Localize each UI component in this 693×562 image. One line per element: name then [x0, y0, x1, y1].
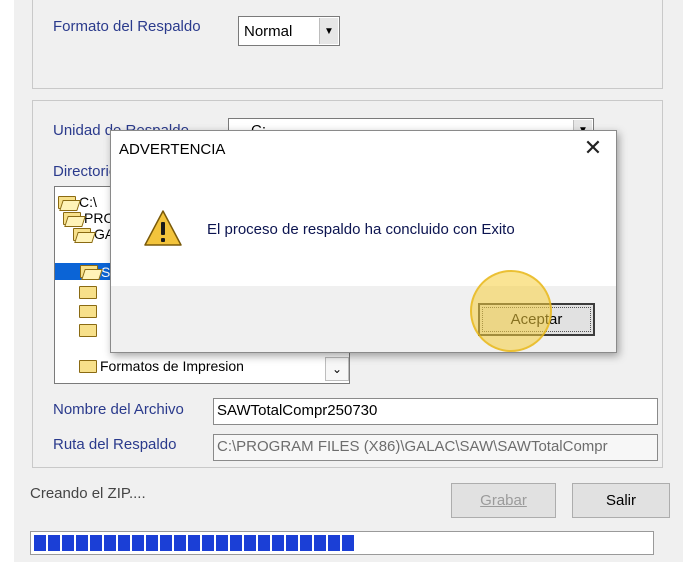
progress-fill	[34, 535, 354, 551]
filename-label: Nombre del Archivo	[53, 401, 184, 418]
folder-open-icon	[80, 265, 98, 278]
dialog-message: El proceso de respaldo ha concluido con …	[207, 221, 515, 238]
format-select-value: Normal	[244, 22, 293, 40]
tree-item-subfolder[interactable]	[79, 322, 100, 338]
focus-ring	[482, 307, 591, 332]
tree-item-formatos[interactable]: Formatos de Impresion	[79, 358, 244, 374]
save-button-label: Grabar	[480, 492, 527, 509]
folder-open-icon	[58, 195, 76, 209]
tree-scroll-arrow[interactable]: ⌄	[325, 357, 349, 381]
path-label: Ruta del Respaldo	[53, 436, 177, 453]
window-edge-left	[0, 0, 14, 562]
tree-item-label: C:\	[79, 194, 97, 210]
tree-item-root[interactable]: C:\	[58, 194, 97, 210]
accept-button[interactable]: Aceptar	[478, 303, 595, 336]
format-label: Formato del Respaldo	[53, 18, 201, 35]
exit-button-label: Salir	[605, 492, 636, 509]
filename-input[interactable]: SAWTotalCompr250730	[213, 398, 658, 425]
warning-icon	[144, 210, 182, 246]
window-edge-right	[683, 0, 693, 562]
status-text: Creando el ZIP....	[30, 485, 146, 502]
exit-button[interactable]: Salir	[572, 483, 670, 518]
folder-icon	[79, 323, 97, 337]
format-groupbox	[32, 0, 663, 89]
dialog-title: ADVERTENCIA	[119, 141, 226, 158]
directory-label: Directorio	[53, 163, 118, 180]
tree-item-subfolder[interactable]	[79, 303, 100, 319]
folder-open-icon	[73, 227, 91, 241]
progress-bar	[30, 531, 654, 555]
folder-icon	[79, 285, 97, 299]
tree-item-label: Formatos de Impresion	[100, 358, 244, 374]
save-button[interactable]: Grabar	[451, 483, 556, 518]
chevron-down-icon: ⌄	[331, 362, 343, 376]
close-icon[interactable]: ✕	[582, 137, 604, 159]
path-input[interactable]: C:\PROGRAM FILES (X86)\GALAC\SAW\SAWTota…	[213, 434, 658, 461]
folder-icon	[79, 304, 97, 318]
folder-icon	[79, 359, 97, 373]
folder-open-icon	[63, 211, 81, 225]
tree-item-subfolder[interactable]	[79, 284, 100, 300]
format-select[interactable]: Normal ▼	[238, 16, 340, 46]
chevron-down-icon[interactable]: ▼	[319, 18, 338, 44]
